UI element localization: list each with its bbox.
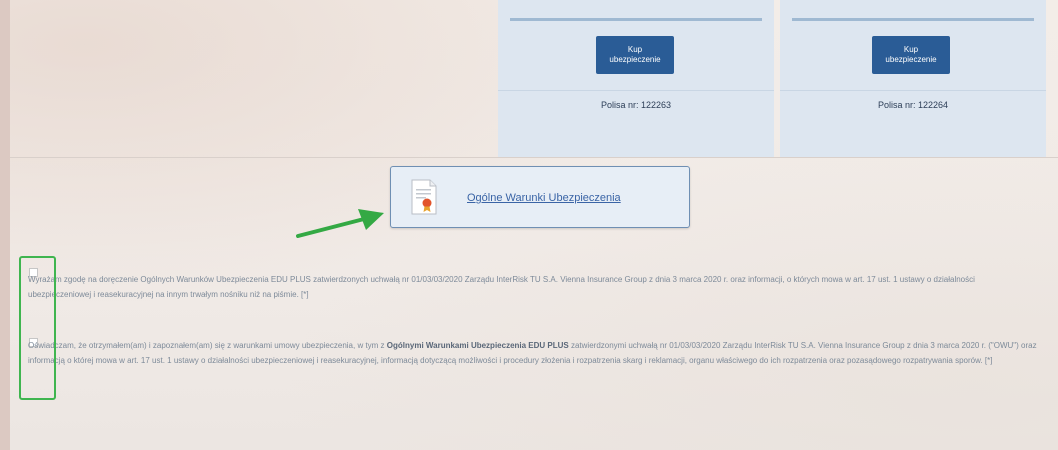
policy-number-1: Polisa nr: 122263 bbox=[600, 100, 672, 110]
plan-column-top-line bbox=[792, 18, 1034, 21]
green-arrow-annotation bbox=[296, 209, 384, 238]
owu-document-box[interactable]: Ogólne Warunki Ubezpieczenia bbox=[390, 166, 690, 228]
plan-column-top-line bbox=[510, 18, 762, 21]
consent-text-2-start: Oświadczam, że otrzymałem(am) i zapoznał… bbox=[28, 341, 387, 350]
plan-column-divider bbox=[498, 90, 774, 91]
buy-insurance-button-2[interactable]: Kup ubezpieczenie bbox=[872, 36, 950, 74]
plan-column-2: Kup ubezpieczenie Polisa nr: 122264 bbox=[780, 0, 1046, 157]
plan-column-divider bbox=[780, 90, 1046, 91]
checkbox-highlight-annotation bbox=[19, 256, 56, 400]
consent-text-2: Oświadczam, że otrzymałem(am) i zapoznał… bbox=[28, 338, 1040, 368]
section-divider bbox=[10, 157, 1058, 158]
owu-link[interactable]: Ogólne Warunki Ubezpieczenia bbox=[467, 192, 621, 204]
plan-column-1: Kup ubezpieczenie Polisa nr: 122263 bbox=[498, 0, 774, 157]
consent-text-1-body: Wyrażam zgodę na doręczenie Ogólnych War… bbox=[28, 275, 975, 299]
consent-text-2-bold: Ogólnymi Warunkami Ubezpieczenia EDU PLU… bbox=[386, 341, 569, 350]
consent-text-1: Wyrażam zgodę na doręczenie Ogólnych War… bbox=[28, 272, 1040, 302]
left-edge-strip bbox=[0, 0, 10, 450]
document-certificate-icon bbox=[411, 179, 437, 215]
buy-insurance-button-1[interactable]: Kup ubezpieczenie bbox=[596, 36, 674, 74]
policy-number-2: Polisa nr: 122264 bbox=[877, 100, 949, 110]
